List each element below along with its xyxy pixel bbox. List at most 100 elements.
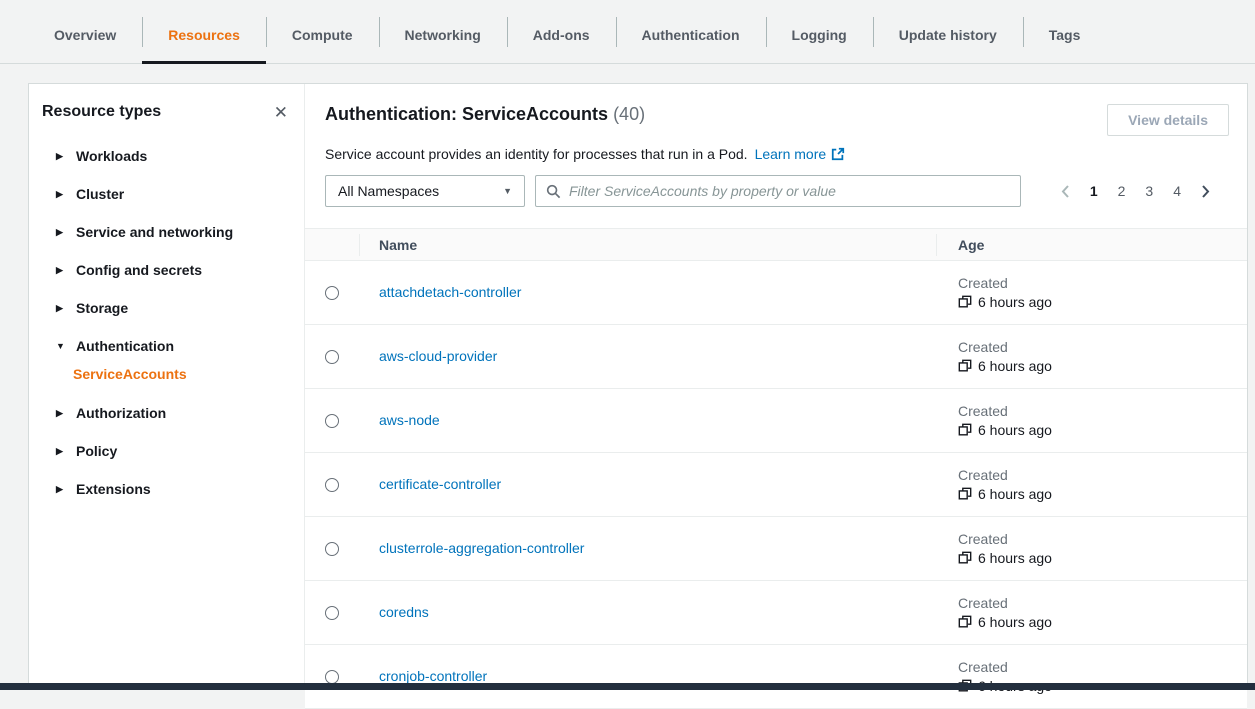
tab-overview[interactable]: Overview <box>28 0 142 63</box>
age-cell-wrapper: Created6 hours ago <box>936 531 1247 566</box>
service-account-link[interactable]: cronjob-controller <box>379 668 487 684</box>
copy-icon[interactable] <box>958 295 972 309</box>
view-details-button[interactable]: View details <box>1107 104 1229 136</box>
tab-logging[interactable]: Logging <box>766 0 873 63</box>
tab-update-history[interactable]: Update history <box>873 0 1023 63</box>
age-cell: Created6 hours ago <box>958 467 1247 502</box>
main-content: Authentication: ServiceAccounts(40) View… <box>305 84 1247 690</box>
triangle-right-icon: ▶ <box>56 446 66 457</box>
sidebar-item-authorization[interactable]: ▶Authorization <box>29 394 304 432</box>
search-icon <box>546 184 561 199</box>
service-account-link[interactable]: coredns <box>379 604 429 620</box>
table-body: attachdetach-controller Created 6 hours ag… <box>305 261 1247 709</box>
selection-cell <box>305 542 359 556</box>
next-page-icon[interactable] <box>1195 181 1215 202</box>
resource-type-tree: ▶Workloads▶Cluster▶Service and networkin… <box>29 137 304 508</box>
service-account-link[interactable]: attachdetach-controller <box>379 284 521 300</box>
sidebar-item-label: Config and secrets <box>76 262 202 278</box>
age-value: 6 hours ago <box>978 614 1052 630</box>
page-4[interactable]: 4 <box>1167 180 1187 202</box>
copy-icon[interactable] <box>958 615 972 629</box>
column-header-age[interactable]: Age <box>936 237 1247 253</box>
sidebar-item-workloads[interactable]: ▶Workloads <box>29 137 304 175</box>
close-icon[interactable]: ✕ <box>274 104 288 121</box>
triangle-right-icon: ▶ <box>56 484 66 495</box>
name-cell: attachdetach-controller <box>359 284 936 302</box>
sidebar-item-extensions[interactable]: ▶Extensions <box>29 470 304 508</box>
namespace-select-value: All Namespaces <box>338 183 439 199</box>
row-select-radio[interactable] <box>325 670 339 684</box>
sidebar-item-label: Policy <box>76 443 117 459</box>
service-account-link[interactable]: certificate-controller <box>379 476 501 492</box>
row-select-radio[interactable] <box>325 606 339 620</box>
tab-networking[interactable]: Networking <box>379 0 507 63</box>
tab-resources[interactable]: Resources <box>142 0 266 63</box>
triangle-right-icon: ▶ <box>56 408 66 419</box>
triangle-right-icon: ▶ <box>56 303 66 314</box>
copy-icon[interactable] <box>958 423 972 437</box>
copy-icon[interactable] <box>958 359 972 373</box>
sidebar-item-authentication[interactable]: ▼Authentication <box>29 327 304 365</box>
filter-input[interactable] <box>569 183 1010 199</box>
table-header-section: Authentication: ServiceAccounts(40) View… <box>305 84 1247 207</box>
row-select-radio[interactable] <box>325 542 339 556</box>
age-value: 6 hours ago <box>978 422 1052 438</box>
tab-add-ons[interactable]: Add-ons <box>507 0 616 63</box>
learn-more-link[interactable]: Learn more <box>755 146 846 162</box>
name-cell: aws-node <box>359 412 936 430</box>
selection-cell <box>305 350 359 364</box>
service-account-link[interactable]: aws-cloud-provider <box>379 348 497 364</box>
table-row: attachdetach-controller Created 6 hours ag… <box>305 261 1247 325</box>
name-cell: certificate-controller <box>359 476 936 494</box>
sidebar-item-policy[interactable]: ▶ Policy <box>29 432 304 470</box>
table-row: clusterrole-aggregation-controller Create… <box>305 517 1247 581</box>
selection-cell <box>305 670 359 684</box>
age-cell: Created6 hours ago <box>958 531 1247 566</box>
external-link-icon <box>831 147 845 161</box>
triangle-right-icon: ▶ <box>56 265 66 276</box>
sidebar-item-cluster[interactable]: ▶Cluster <box>29 175 304 213</box>
age-cell-wrapper: Created6 hours ago <box>936 595 1247 630</box>
tab-compute[interactable]: Compute <box>266 0 379 63</box>
age-value: 6 hours ago <box>978 294 1052 310</box>
created-label: Created <box>958 275 1247 291</box>
triangle-right-icon: ▶ <box>56 227 66 238</box>
page-2[interactable]: 2 <box>1112 180 1132 202</box>
resource-types-panel: Resource types ✕ ▶Workloads▶Cluster▶Serv… <box>29 84 305 690</box>
tab-authentication[interactable]: Authentication <box>616 0 766 63</box>
service-account-link[interactable]: clusterrole-aggregation-controller <box>379 540 584 556</box>
title-group: Authentication: ServiceAccounts(40) <box>325 104 645 125</box>
page-1[interactable]: 1 <box>1084 180 1104 202</box>
sidebar-subitem-serviceaccounts[interactable]: ServiceAccounts <box>29 365 304 394</box>
copy-icon[interactable] <box>958 551 972 565</box>
age-cell-wrapper: Created6 hours ago <box>936 403 1247 438</box>
row-select-radio[interactable] <box>325 414 339 428</box>
selection-cell <box>305 414 359 428</box>
triangle-down-icon: ▼ <box>56 341 66 351</box>
sidebar-item-label: Storage <box>76 300 128 316</box>
table-header-row: Name Age <box>305 228 1247 261</box>
sidebar-item-storage[interactable]: ▶ Storage <box>29 289 304 327</box>
service-accounts-table: Name Age attachdetach-controller Created 6… <box>305 228 1247 709</box>
tab-tags[interactable]: Tags <box>1023 0 1107 63</box>
row-select-radio[interactable] <box>325 286 339 300</box>
namespace-select[interactable]: All Namespaces ▼ <box>325 175 525 207</box>
table-row: aws-node Created6 hours ago <box>305 389 1247 453</box>
sidebar-item-config-and-secrets[interactable]: ▶ Config and secrets <box>29 251 304 289</box>
page-title: Authentication: ServiceAccounts <box>325 104 608 124</box>
age-line: 6 hours ago <box>958 422 1247 438</box>
sidebar-item-service-and-networking[interactable]: ▶Service and networking <box>29 213 304 251</box>
column-header-name[interactable]: Name <box>359 237 936 253</box>
learn-more-label: Learn more <box>755 146 827 162</box>
row-select-radio[interactable] <box>325 478 339 492</box>
age-cell-wrapper: Created6 hours ago <box>936 467 1247 502</box>
service-account-link[interactable]: aws-node <box>379 412 440 428</box>
row-select-radio[interactable] <box>325 350 339 364</box>
age-line: 6 hours ago <box>958 550 1247 566</box>
age-value: 6 hours ago <box>978 550 1052 566</box>
age-value: 6 hours ago <box>978 486 1052 502</box>
page-3[interactable]: 3 <box>1139 180 1159 202</box>
description-text: Service account provides an identity for… <box>325 146 748 162</box>
age-cell-wrapper: Created 6 hours ago <box>936 275 1247 310</box>
copy-icon[interactable] <box>958 487 972 501</box>
